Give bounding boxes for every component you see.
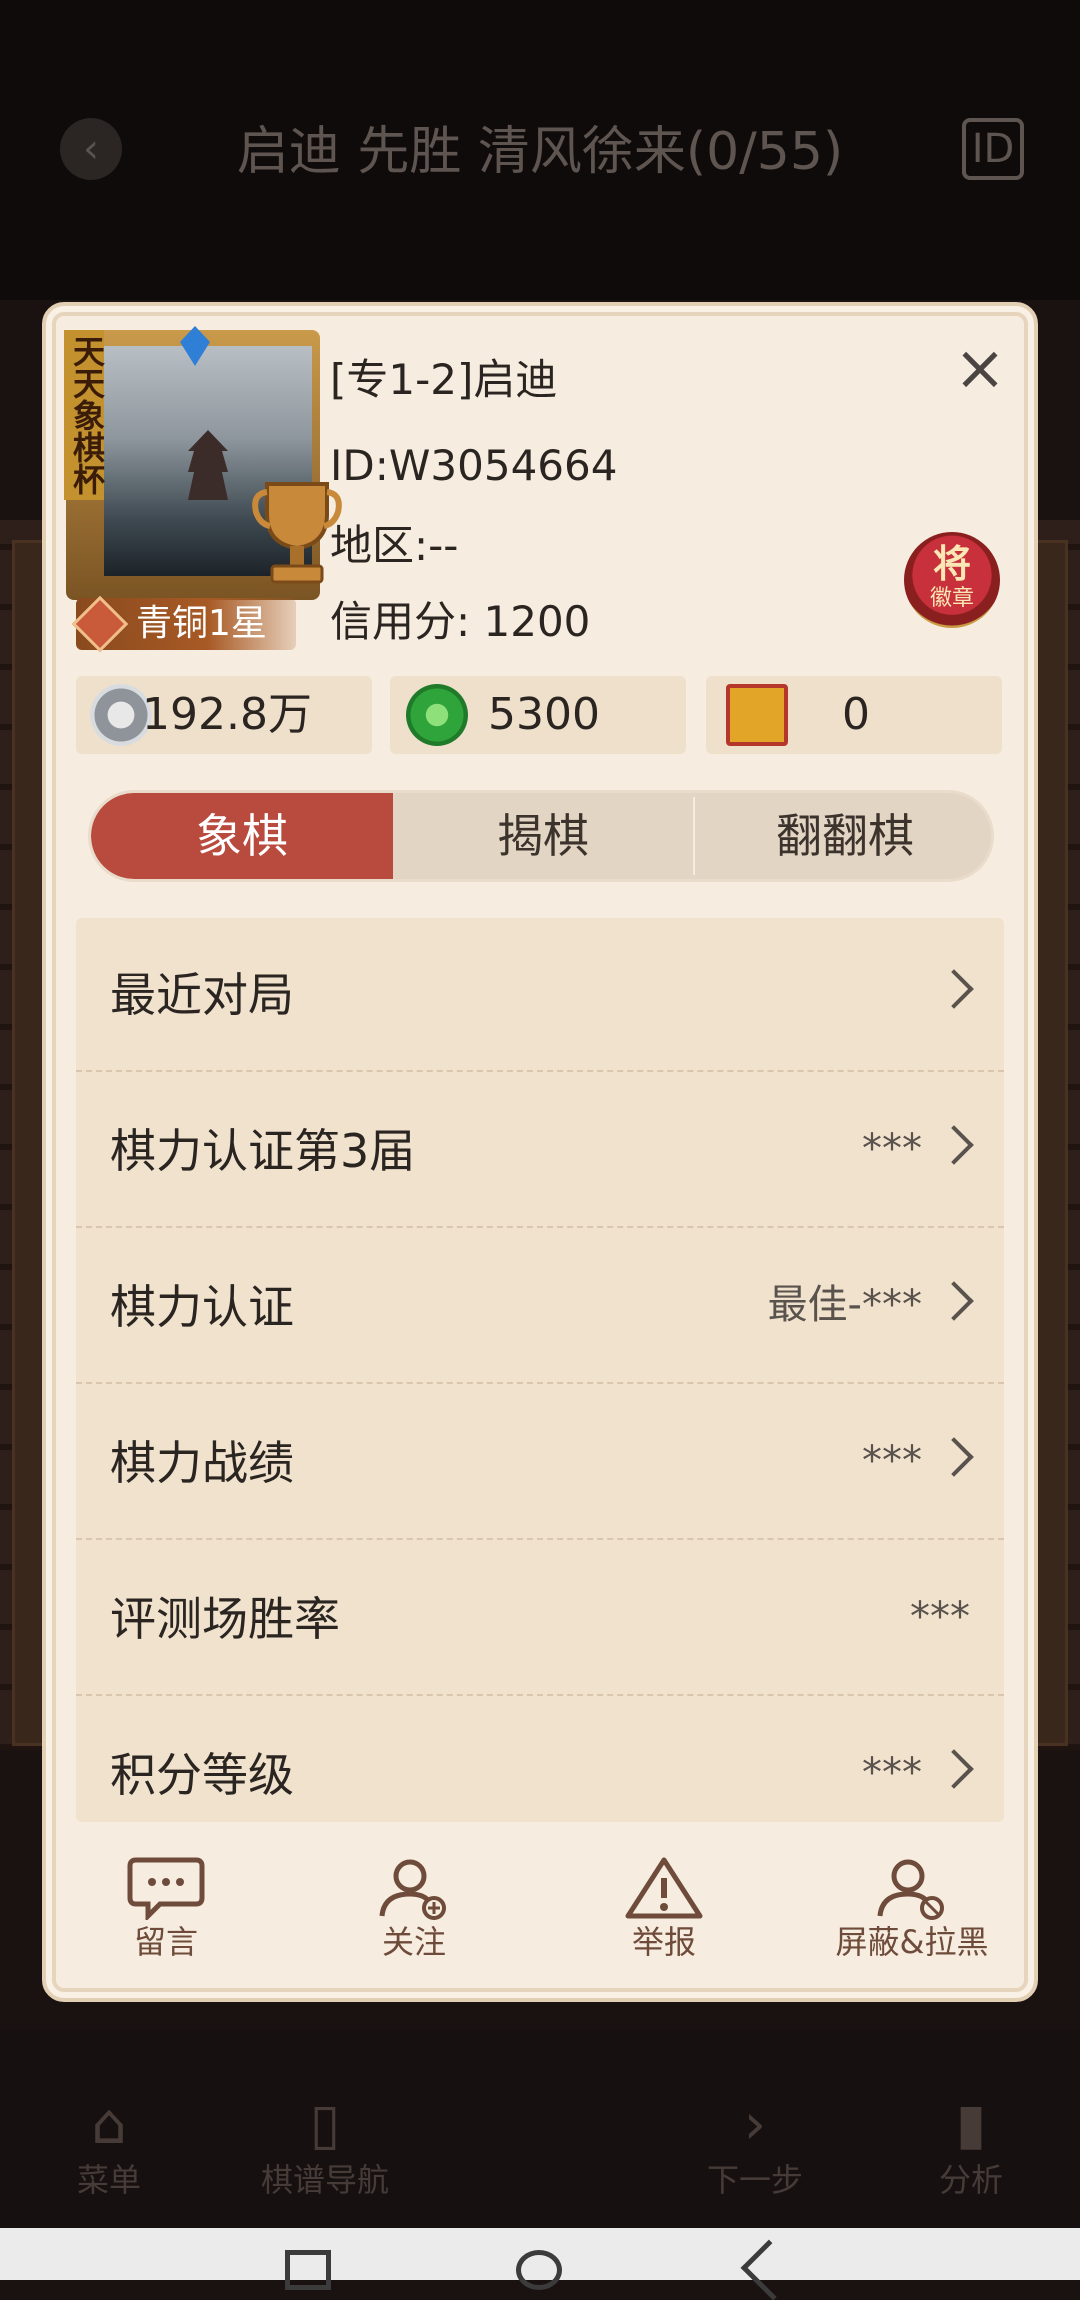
nav-analysis-label: 分析 bbox=[938, 2161, 1003, 2199]
nav-next-step[interactable]: › 下一步 bbox=[670, 2090, 840, 2200]
player-id: ID:W3054664 bbox=[330, 441, 618, 490]
tab-xiangqi[interactable]: 象棋 bbox=[91, 793, 393, 879]
row-certification[interactable]: 棋力认证 最佳-*** bbox=[76, 1230, 1004, 1384]
system-recent-icon[interactable] bbox=[285, 2250, 331, 2290]
next-icon: › bbox=[743, 2092, 767, 2157]
menu-icon: ⌂ bbox=[91, 2092, 127, 2157]
game-type-tabs: 象棋 揭棋 翻翻棋 bbox=[88, 790, 994, 882]
tab-jieqi[interactable]: 揭棋 bbox=[393, 793, 693, 879]
player-region: 地区:-- bbox=[330, 521, 459, 570]
follow-label: 关注 bbox=[381, 1923, 446, 1961]
jade-amount: 5300 bbox=[488, 689, 600, 740]
row-label: 棋力认证 bbox=[110, 1280, 294, 1334]
board-ticket-icon bbox=[726, 684, 788, 746]
system-home-icon[interactable] bbox=[516, 2250, 562, 2290]
message-label: 留言 bbox=[133, 1923, 198, 1961]
currency-jade: 5300 bbox=[390, 676, 686, 754]
block-icon bbox=[877, 1859, 944, 1920]
ticket-amount: 0 bbox=[842, 689, 870, 740]
jade-icon bbox=[406, 684, 468, 746]
follow-button[interactable]: 关注 bbox=[314, 1856, 514, 1964]
message-icon bbox=[127, 1857, 205, 1920]
row-evaluation-winrate: 评测场胜率 *** bbox=[76, 1542, 1004, 1696]
avatar-banner: 天天象棋杯 bbox=[64, 330, 106, 500]
chevron-right-icon bbox=[934, 969, 974, 1009]
chevron-right-icon bbox=[934, 1749, 974, 1789]
game-title: 启迪 先胜 清风徐来(0/55) bbox=[236, 122, 844, 182]
row-value: 最佳-*** bbox=[767, 1282, 922, 1328]
chevron-right-icon bbox=[934, 1281, 974, 1321]
row-value: *** bbox=[862, 1750, 922, 1796]
row-value: *** bbox=[862, 1438, 922, 1484]
nav-menu-label: 菜单 bbox=[76, 2161, 141, 2199]
row-value: *** bbox=[862, 1126, 922, 1172]
block-button[interactable]: 屏蔽&拉黑 bbox=[812, 1856, 1012, 1964]
player-name: [专1-2]启迪 bbox=[330, 355, 558, 404]
chevron-right-icon bbox=[934, 1437, 974, 1477]
player-credit: 信用分: 1200 bbox=[330, 597, 591, 646]
row-value: *** bbox=[910, 1594, 970, 1640]
row-label: 棋力认证第3届 bbox=[110, 1124, 416, 1178]
medal-badge-icon[interactable]: 将 徽章 bbox=[904, 532, 1000, 628]
currency-ticket: 0 bbox=[706, 676, 1002, 754]
nav-record-navigation[interactable]: ▯ 棋谱导航 bbox=[240, 2090, 410, 2200]
report-label: 举报 bbox=[631, 1923, 696, 1961]
row-certification-session[interactable]: 棋力认证第3届 *** bbox=[76, 1074, 1004, 1228]
row-strength-record[interactable]: 棋力战绩 *** bbox=[76, 1386, 1004, 1540]
silver-amount: 192.8万 bbox=[142, 689, 312, 740]
row-points-level[interactable]: 积分等级 *** bbox=[76, 1698, 1004, 1822]
chart-icon: ▮ bbox=[955, 2092, 987, 2157]
nav-menu[interactable]: ⌂ 菜单 bbox=[24, 2090, 194, 2200]
row-label: 评测场胜率 bbox=[110, 1592, 340, 1646]
row-label: 棋力战绩 bbox=[110, 1436, 294, 1490]
row-recent-games[interactable]: 最近对局 bbox=[76, 918, 1004, 1072]
block-label: 屏蔽&拉黑 bbox=[835, 1923, 989, 1961]
follow-icon bbox=[379, 1859, 446, 1920]
id-button[interactable]: ID bbox=[962, 118, 1024, 180]
row-label: 积分等级 bbox=[110, 1748, 294, 1802]
nav-record-label: 棋谱导航 bbox=[260, 2161, 389, 2199]
nav-next-label: 下一步 bbox=[706, 2161, 803, 2199]
medal-badge-label: 徽章 bbox=[929, 586, 974, 611]
stats-list: 最近对局 棋力认证第3届 *** 棋力认证 最佳-*** 棋力战绩 *** 评测… bbox=[76, 918, 1004, 1822]
chevron-right-icon bbox=[934, 1125, 974, 1165]
report-icon bbox=[625, 1857, 703, 1919]
currency-silver: 192.8万 bbox=[76, 676, 372, 754]
medal-badge-glyph: 将 bbox=[932, 541, 971, 586]
report-button[interactable]: 举报 bbox=[564, 1856, 764, 1964]
nav-analysis[interactable]: ▮ 分析 bbox=[886, 2090, 1056, 2200]
trophy-icon bbox=[252, 482, 342, 584]
back-icon[interactable]: ‹ bbox=[60, 118, 122, 180]
close-icon[interactable]: × bbox=[950, 337, 1010, 400]
row-label: 最近对局 bbox=[110, 968, 294, 1022]
message-button[interactable]: 留言 bbox=[66, 1856, 266, 1964]
tab-fanfanqi[interactable]: 翻翻棋 bbox=[695, 793, 991, 879]
book-icon: ▯ bbox=[309, 2092, 341, 2157]
